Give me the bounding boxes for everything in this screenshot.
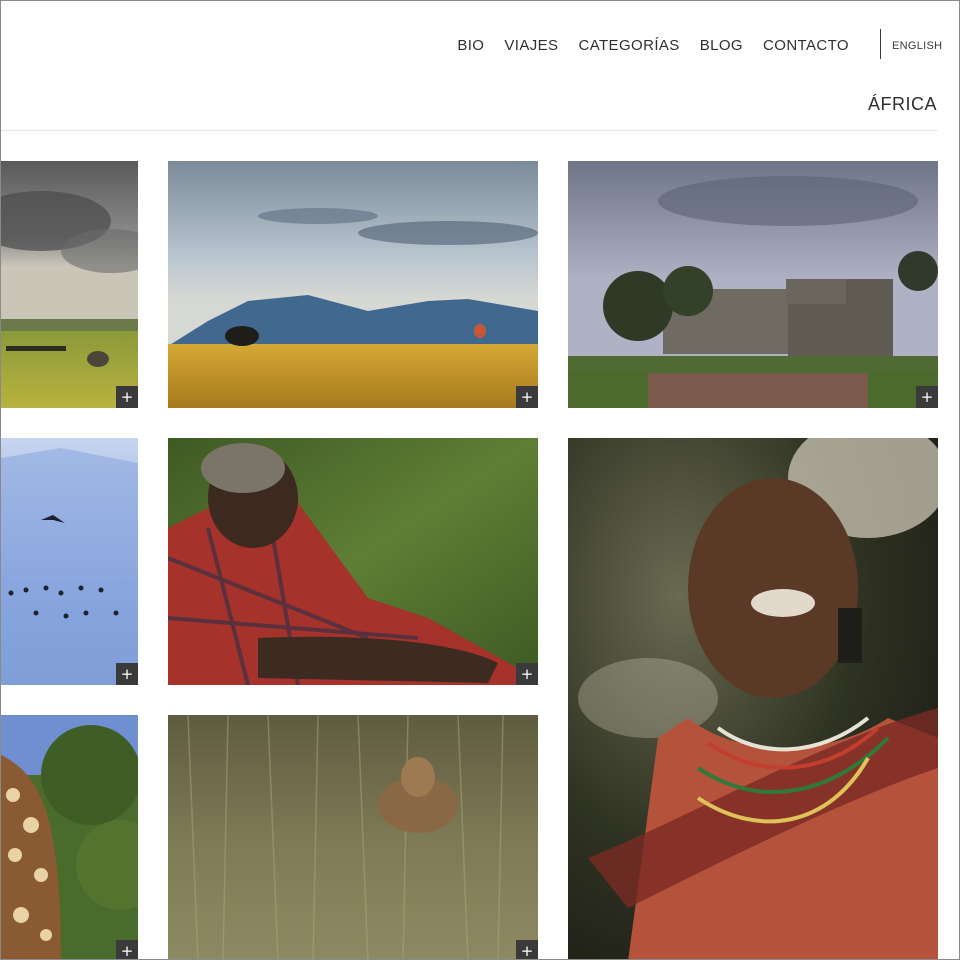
elephant-balloon-image: [168, 161, 538, 408]
expand-button[interactable]: +: [916, 386, 938, 408]
lioness-grass-image: [168, 715, 538, 959]
storm-savanna-photo[interactable]: +: [1, 161, 138, 408]
header-divider: [1, 130, 938, 131]
giraffe-trees-photo[interactable]: +: [1, 715, 138, 959]
wooden-lodge-photo[interactable]: +: [568, 161, 938, 408]
expand-button[interactable]: +: [116, 940, 138, 959]
giraffe-trees-image: [1, 715, 138, 959]
storm-savanna-image: [1, 161, 138, 408]
main-nav: BIO VIAJES CATEGORÍAS BLOG CONTACTO: [457, 37, 849, 54]
nav-item-blog[interactable]: BLOG: [700, 37, 743, 54]
wooden-lodge-image: [568, 161, 938, 408]
smiling-woman-image: [568, 438, 938, 959]
expand-button[interactable]: +: [116, 386, 138, 408]
maasai-elder-image: [168, 438, 538, 685]
maasai-elder-photo[interactable]: +: [168, 438, 538, 685]
expand-button[interactable]: +: [516, 386, 538, 408]
language-divider: [880, 29, 881, 59]
lioness-grass-photo[interactable]: +: [168, 715, 538, 959]
expand-button[interactable]: +: [516, 663, 538, 685]
language-link[interactable]: ENGLISH: [892, 40, 942, 52]
elephant-balloon-photo[interactable]: +: [168, 161, 538, 408]
nav-item-viajes[interactable]: VIAJES: [504, 37, 558, 54]
flamingos-lake-image: [1, 438, 138, 685]
page-title: ÁFRICA: [867, 94, 937, 114]
page: BIO VIAJES CATEGORÍAS BLOG CONTACTO ENGL…: [0, 0, 960, 960]
smiling-woman-photo[interactable]: +: [568, 438, 938, 959]
nav-item-bio[interactable]: BIO: [457, 37, 484, 54]
expand-button[interactable]: +: [516, 940, 538, 959]
nav-item-contacto[interactable]: CONTACTO: [763, 37, 849, 54]
flamingos-lake-photo[interactable]: +: [1, 438, 138, 685]
expand-button[interactable]: +: [116, 663, 138, 685]
nav-item-categorias[interactable]: CATEGORÍAS: [578, 37, 679, 54]
